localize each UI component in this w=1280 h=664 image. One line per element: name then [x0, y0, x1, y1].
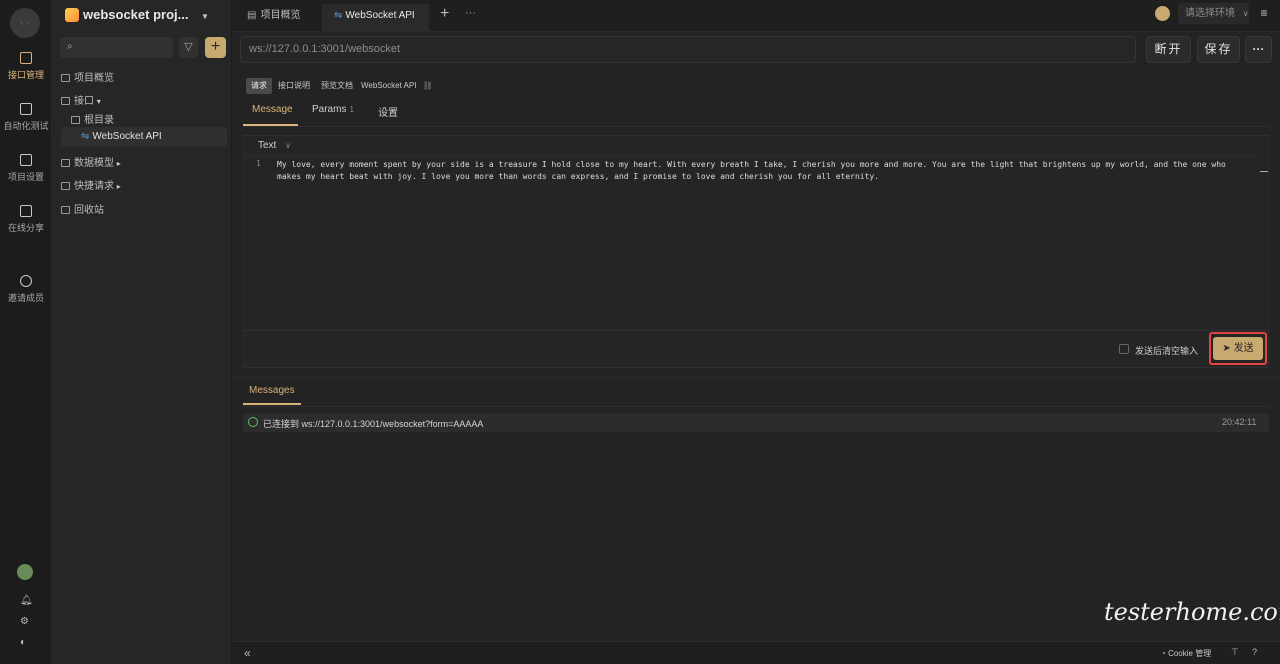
avatar[interactable] — [17, 564, 33, 580]
collapse-icon[interactable]: « — [244, 646, 251, 660]
filter-button[interactable]: ▽ — [179, 37, 198, 58]
tab-project-overview[interactable]: ▤ 项目概览 — [235, 4, 312, 32]
tab-websocket-api[interactable]: ⇋ WebSocket API — [322, 4, 429, 32]
menu-icon[interactable]: ≡ — [1257, 6, 1271, 20]
help-icon[interactable]: ◐ — [20, 637, 26, 648]
trash-icon — [61, 206, 70, 214]
rail-item-automation[interactable]: 自动化测试 — [0, 103, 52, 132]
caret-down-icon: ▼ — [192, 12, 209, 21]
rail-item-invite[interactable]: 邀请成员 — [0, 275, 52, 304]
save-button[interactable]: 保存 — [1197, 36, 1240, 63]
shirt-icon[interactable]: ⊤ — [1231, 647, 1239, 658]
divider — [233, 377, 1280, 378]
more-button[interactable]: ··· — [1245, 36, 1272, 63]
clear-after-send-checkbox[interactable] — [1119, 344, 1129, 354]
rail-item-online-share[interactable]: 在线分享 — [0, 205, 52, 234]
app-logo — [10, 8, 40, 38]
tab-bar: ▤ 项目概览 ⇋ WebSocket API + ··· 请选择环境 ∨ ≡ — [233, 0, 1280, 32]
tree-item-websocket-api[interactable]: ⇋ WebSocket API — [81, 131, 162, 142]
automation-icon — [20, 103, 32, 115]
line-number: 1 — [256, 159, 261, 168]
more-tabs-button[interactable]: ··· — [465, 7, 476, 19]
environment-select[interactable]: 请选择环境 ∨ — [1178, 3, 1249, 24]
api-folder-icon — [61, 97, 70, 105]
watermark: testerhome.com — [1104, 598, 1280, 626]
clear-after-send-label: 发送后清空输入 — [1135, 346, 1199, 356]
tree-item-data-models[interactable]: 数据模型 ▸ — [61, 154, 121, 169]
tree-item-api[interactable]: 接口 ▾ — [61, 92, 101, 107]
plus-icon: + — [210, 38, 221, 55]
help-circle-icon[interactable]: ? — [1252, 647, 1257, 657]
tree-item-recycle[interactable]: 回收站 — [61, 201, 104, 216]
filter-icon: ▽ — [184, 41, 193, 53]
settings-icon — [20, 154, 32, 166]
quick-request-icon — [61, 182, 70, 190]
caret-down-icon: ▾ — [96, 97, 101, 106]
message-text: 已连接到 ws://127.0.0.1:3001/websocket?form=… — [263, 419, 484, 429]
tree-item-quick-requests[interactable]: 快捷请求 ▸ — [61, 177, 121, 192]
message-time: 20:42:11 — [1222, 417, 1257, 427]
divider — [243, 126, 1269, 127]
cube-icon — [61, 159, 70, 167]
divider — [243, 406, 1269, 407]
tab-request[interactable]: 请求 — [246, 78, 272, 94]
chevron-down-icon: ∨ — [1242, 9, 1249, 18]
new-tab-button[interactable]: + — [440, 5, 449, 23]
sidebar: websocket proj... ▼ ⌕ ▽ + 项目概览 接口 ▾ 根目录 … — [53, 0, 232, 664]
search-icon: ⌕ — [67, 41, 73, 52]
chevron-down-icon: ∨ — [285, 141, 291, 150]
tree-item-overview[interactable]: 项目概览 — [61, 69, 114, 84]
cookie-icon: ◔ — [1161, 649, 1166, 658]
left-rail: 接口管理 自动化测试 项目设置 在线分享 邀请成员 🔔︎ ⚙ ◐ — [0, 0, 52, 664]
tab-messages[interactable]: Messages — [243, 385, 301, 405]
tab-settings[interactable]: 设置 — [378, 104, 398, 126]
url-input[interactable]: ws://127.0.0.1:3001/websocket — [240, 36, 1136, 63]
add-button[interactable]: + — [205, 37, 226, 58]
environment-icon — [1155, 6, 1170, 21]
tab-message[interactable]: Message — [243, 104, 298, 126]
cookie-manager-link[interactable]: ◔ Cookie 管理 — [1161, 648, 1211, 659]
scrollbar-marker — [1260, 158, 1268, 172]
tab-preview-doc[interactable]: 预览文档 — [316, 78, 358, 94]
project-switcher[interactable]: websocket proj... ▼ — [83, 7, 209, 22]
folder-icon — [71, 116, 80, 124]
format-select[interactable]: Text ∨ — [258, 140, 291, 151]
caret-right-icon: ▸ — [116, 159, 121, 168]
send-icon: ➤ — [1222, 343, 1231, 354]
message-content[interactable]: My love, every moment spent by your side… — [277, 159, 1277, 183]
divider — [244, 155, 1260, 156]
disconnect-button[interactable]: 断开 — [1146, 36, 1191, 63]
rail-item-project-settings[interactable]: 项目设置 — [0, 154, 52, 183]
check-circle-icon — [248, 417, 258, 427]
api-name-label: WebSocket API ⛓︎ — [361, 81, 433, 90]
link-icon[interactable]: ⛓︎ — [423, 81, 433, 90]
footer — [233, 641, 1280, 664]
project-icon — [65, 8, 79, 22]
tree-item-root[interactable]: 根目录 — [71, 111, 114, 126]
invite-icon — [20, 275, 32, 287]
websocket-icon: ⇋ — [334, 10, 343, 21]
tab-params[interactable]: Params 1 — [312, 104, 354, 126]
websocket-icon: ⇋ — [81, 131, 90, 142]
caret-right-icon: ▸ — [116, 182, 121, 191]
rail-item-api-management[interactable]: 接口管理 — [0, 52, 52, 81]
overview-icon — [61, 74, 70, 82]
overview-icon: ▤ — [247, 10, 257, 21]
bell-icon[interactable]: 🔔︎ — [20, 595, 33, 606]
project-name: websocket proj... — [83, 7, 189, 22]
divider — [244, 330, 1268, 331]
gear-icon[interactable]: ⚙ — [20, 616, 29, 627]
send-button[interactable]: ➤ 发送 — [1213, 337, 1263, 360]
search-input[interactable]: ⌕ — [60, 37, 173, 58]
api-icon — [20, 52, 32, 64]
share-icon — [20, 205, 32, 217]
tab-api-description[interactable]: 接口说明 — [273, 78, 315, 94]
